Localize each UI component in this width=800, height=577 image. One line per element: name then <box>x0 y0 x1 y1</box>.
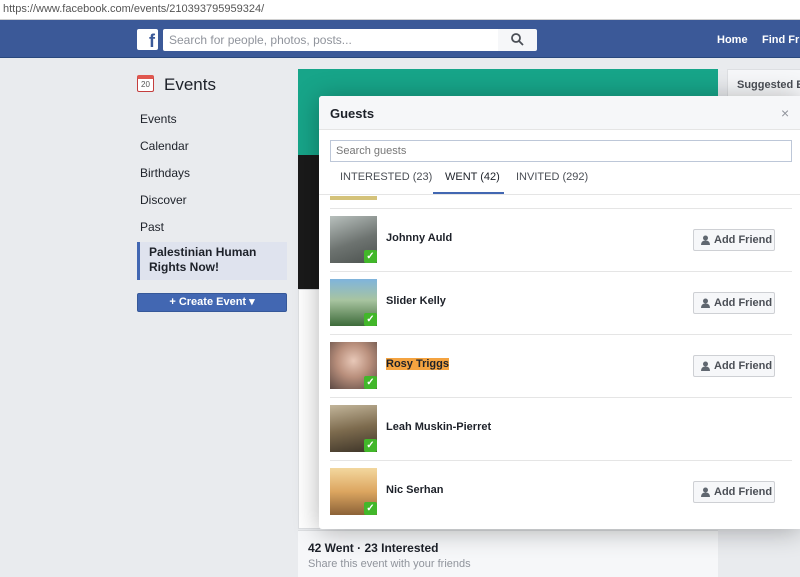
tab-interested[interactable]: INTERESTED (23) <box>340 171 432 183</box>
add-friend-label: Add Friend <box>714 297 773 309</box>
guest-row: ✓ Leah Muskin-Pierret <box>330 397 792 460</box>
avatar[interactable]: ✓ <box>330 279 377 326</box>
add-friend-label: Add Friend <box>714 234 773 246</box>
guest-list: ✓ Johnny Auld Add Friend ✓ Slider Kelly … <box>319 196 800 529</box>
tab-went[interactable]: WENT (42) <box>445 171 500 183</box>
add-friend-button[interactable]: Add Friend <box>693 355 775 377</box>
guest-tabs: INTERESTED (23) WENT (42) INVITED (292) <box>319 165 800 195</box>
guest-name[interactable]: Leah Muskin-Pierret <box>386 421 491 433</box>
url-text: https://www.facebook.com/events/21039379… <box>3 3 265 15</box>
guest-search-input[interactable]: Search guests <box>330 140 792 162</box>
guest-row: ✓ Nic Serhan Add Friend <box>330 460 792 523</box>
avatar[interactable]: ✓ <box>330 405 377 452</box>
guest-name[interactable]: Johnny Auld <box>386 232 452 244</box>
check-icon: ✓ <box>364 313 377 326</box>
add-friend-label: Add Friend <box>714 486 773 498</box>
person-add-icon <box>701 298 710 308</box>
search-button[interactable] <box>498 29 537 51</box>
dialog-header: Guests × <box>319 96 800 130</box>
add-friend-button[interactable]: Add Friend <box>693 292 775 314</box>
nav-home-link[interactable]: Home <box>717 34 748 46</box>
avatar[interactable]: ✓ <box>330 468 377 515</box>
guest-row: ✓ Slider Kelly Add Friend <box>330 271 792 334</box>
address-bar[interactable]: https://www.facebook.com/events/21039379… <box>0 0 800 20</box>
avatar[interactable]: ✓ <box>330 342 377 389</box>
person-add-icon <box>701 487 710 497</box>
guest-name[interactable]: Slider Kelly <box>386 295 446 307</box>
guests-dialog: Guests × Search guests INTERESTED (23) W… <box>319 96 800 529</box>
check-icon: ✓ <box>364 250 377 263</box>
tab-invited[interactable]: INVITED (292) <box>516 171 588 183</box>
check-icon: ✓ <box>364 376 377 389</box>
facebook-logo-icon[interactable]: f <box>137 29 158 50</box>
check-icon: ✓ <box>364 439 377 452</box>
search-icon <box>511 33 524 46</box>
add-friend-label: Add Friend <box>714 360 773 372</box>
add-friend-button[interactable]: Add Friend <box>693 229 775 251</box>
guest-row: ✓ Johnny Auld Add Friend <box>330 208 792 271</box>
guest-name-highlighted[interactable]: Rosy Triggs <box>386 358 449 370</box>
person-add-icon <box>701 235 710 245</box>
global-search-input[interactable]: Search for people, photos, posts... <box>163 29 498 51</box>
guest-name[interactable]: Nic Serhan <box>386 484 443 496</box>
avatar[interactable]: ✓ <box>330 216 377 263</box>
active-tab-indicator <box>433 192 504 194</box>
partial-avatar <box>330 196 377 200</box>
top-navbar: f Search for people, photos, posts... <box>0 20 800 58</box>
add-friend-button[interactable]: Add Friend <box>693 481 775 503</box>
close-icon[interactable]: × <box>781 105 789 121</box>
dialog-title: Guests <box>330 106 375 121</box>
check-icon: ✓ <box>364 502 377 515</box>
person-add-icon <box>701 361 710 371</box>
guest-row: ✓ Rosy Triggs Add Friend <box>330 334 792 397</box>
nav-find-friends-link[interactable]: Find Frie <box>762 34 800 46</box>
